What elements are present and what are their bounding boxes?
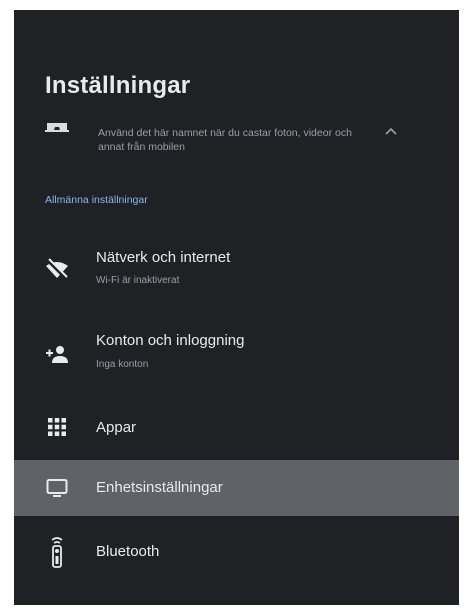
menu-item-label: Nätverk och internet bbox=[96, 249, 231, 266]
wifi-off-icon bbox=[45, 257, 69, 281]
tv-icon bbox=[45, 476, 69, 500]
menu-item-label: Enhetsinställningar bbox=[96, 479, 223, 496]
menu-item-subtitle: Inga konton bbox=[96, 359, 149, 370]
settings-panel: Inställningar Använd det här namnet när … bbox=[14, 10, 459, 605]
menu-item-label: Bluetooth bbox=[96, 543, 160, 560]
cast-icon bbox=[45, 122, 69, 136]
cast-name-info[interactable]: Använd det här namnet när du castar foto… bbox=[14, 118, 459, 170]
menu-item-device-preferences[interactable]: Enhetsinställningar bbox=[14, 460, 459, 516]
menu-item-network[interactable]: Nätverk och internet Wi-Fi är inaktivera… bbox=[14, 240, 459, 302]
menu-item-apps[interactable]: Appar bbox=[14, 403, 459, 453]
section-header-general: Allmänna inställningar bbox=[45, 194, 148, 206]
chevron-up-icon[interactable] bbox=[382, 122, 400, 140]
menu-item-label: Appar bbox=[96, 419, 137, 436]
menu-item-label: Konton och inloggning bbox=[96, 332, 245, 349]
apps-grid-icon bbox=[45, 415, 69, 439]
menu-item-bluetooth[interactable]: Bluetooth bbox=[14, 525, 459, 579]
page-title: Inställningar bbox=[45, 72, 191, 99]
remote-icon bbox=[45, 535, 69, 569]
menu-item-accounts[interactable]: Konton och inloggning Inga konton bbox=[14, 323, 459, 385]
menu-item-subtitle: Wi-Fi är inaktiverat bbox=[96, 275, 180, 286]
add-person-icon bbox=[45, 343, 69, 367]
cast-description: Använd det här namnet när du castar foto… bbox=[98, 127, 352, 153]
